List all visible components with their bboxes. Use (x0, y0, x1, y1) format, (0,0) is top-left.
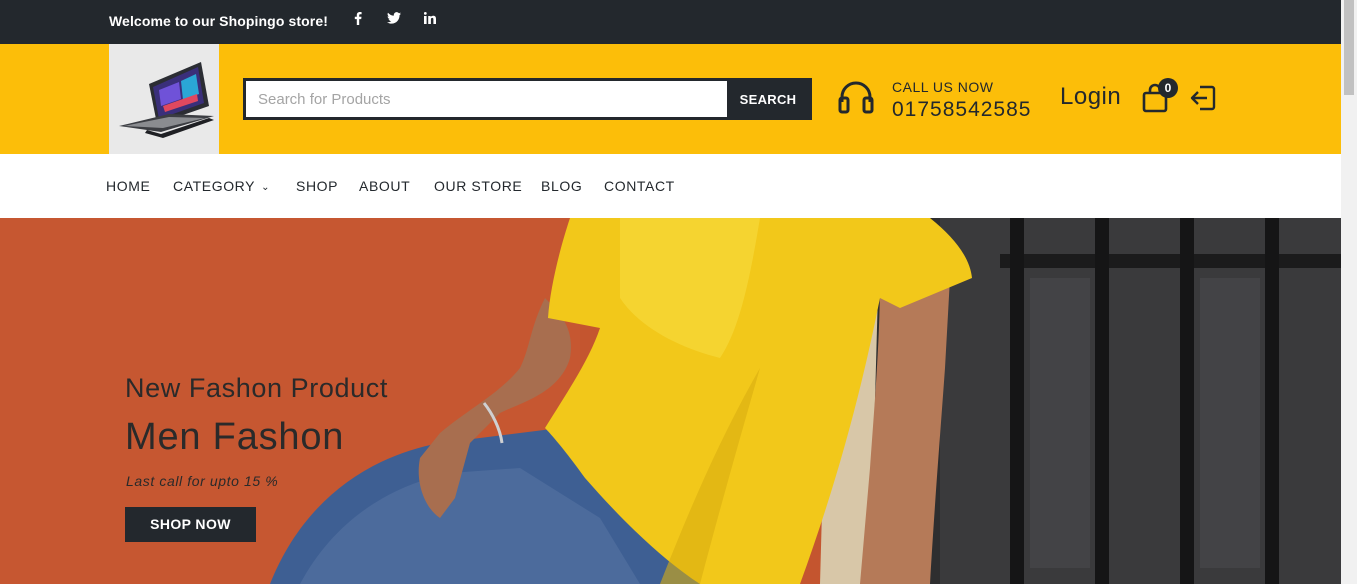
hero-title: Men Fashon (125, 416, 345, 458)
header: SEARCH CALL US NOW 01758542585 Login 0 (0, 44, 1341, 154)
hero-note: Last call for upto 15 % (126, 473, 279, 489)
nav-item-our-store[interactable]: OUR STORE (434, 178, 522, 194)
hero-banner: New Fashon Product Men Fashon Last call … (0, 218, 1341, 584)
nav-item-blog[interactable]: BLOG (541, 178, 582, 194)
scrollbar-thumb[interactable] (1344, 0, 1354, 95)
hero-subtitle: New Fashon Product (125, 373, 388, 403)
nav-item-category[interactable]: CATEGORY ⌄ (173, 178, 270, 194)
chevron-down-icon: ⌄ (261, 182, 271, 193)
logout-icon[interactable] (1188, 84, 1216, 112)
shop-now-button[interactable]: SHOP NOW (125, 507, 256, 542)
linkedin-icon[interactable] (424, 12, 436, 24)
nav-item-category-label: CATEGORY (173, 178, 256, 194)
facebook-icon[interactable] (354, 12, 362, 25)
main-nav: HOME CATEGORY ⌄ SHOP ABOUT OUR STORE BLOG… (0, 154, 1341, 218)
search-button[interactable]: SEARCH (727, 81, 809, 117)
logo[interactable] (109, 44, 219, 154)
search-box: SEARCH (243, 78, 812, 120)
search-input[interactable] (246, 81, 728, 117)
nav-item-about[interactable]: ABOUT (359, 178, 410, 194)
nav-item-contact[interactable]: CONTACT (604, 178, 675, 194)
call-us-number: 01758542585 (892, 98, 1032, 121)
cart-count-badge: 0 (1158, 78, 1178, 98)
top-bar: Welcome to our Shopingo store! (0, 0, 1341, 44)
welcome-text: Welcome to our Shopingo store! (109, 13, 328, 29)
nav-item-shop[interactable]: SHOP (296, 178, 338, 194)
nav-item-home[interactable]: HOME (106, 178, 150, 194)
login-link[interactable]: Login (1060, 83, 1121, 111)
page: Welcome to our Shopingo store! Search fo… (0, 0, 1357, 584)
page-scrollbar[interactable] (1341, 0, 1357, 584)
call-us-label: CALL US NOW (892, 79, 994, 95)
twitter-icon[interactable] (387, 12, 401, 24)
laptop-logo-image (109, 44, 219, 154)
headset-icon (838, 81, 874, 114)
